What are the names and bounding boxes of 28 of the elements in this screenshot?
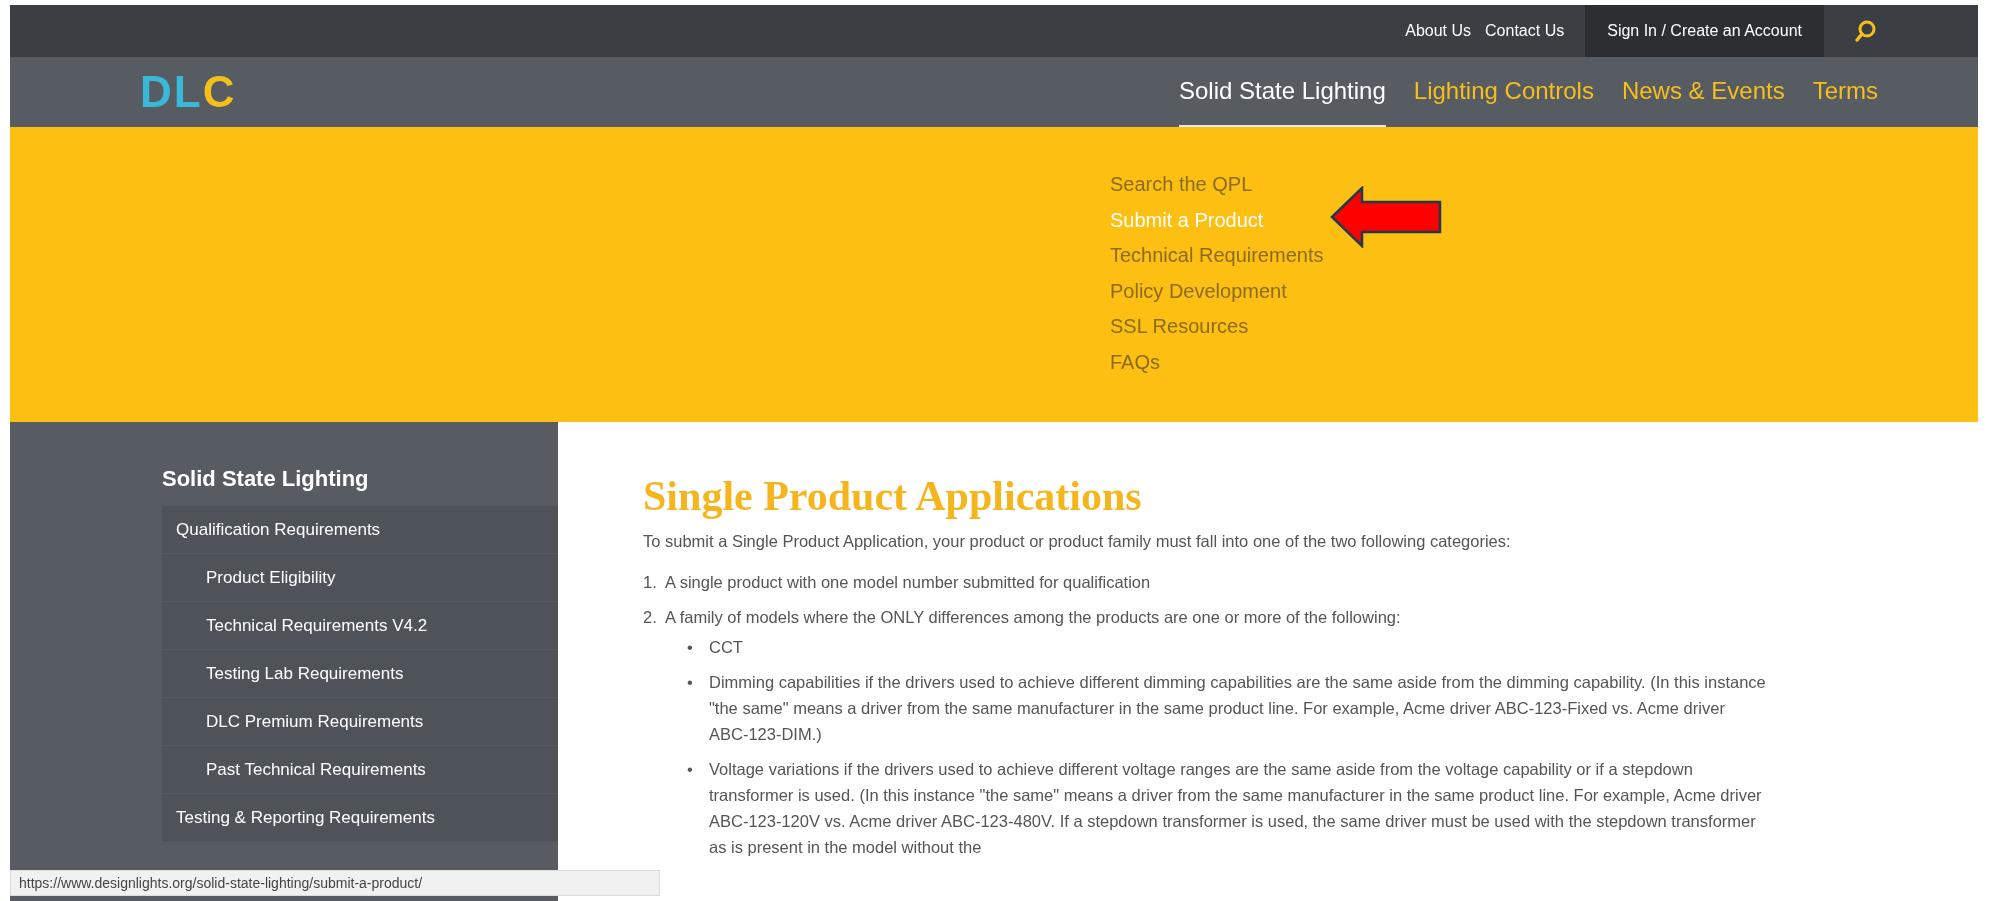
sidebar-subitem[interactable]: Technical Requirements V4.2 <box>162 602 558 650</box>
sidebar-item[interactable]: Testing & Reporting Requirements <box>162 794 558 842</box>
sidebar-subitem[interactable]: Product Eligibility <box>162 554 558 602</box>
list-item-text: A single product with one model number submitted for qualification <box>665 573 1151 591</box>
list-item-text: CCT <box>709 638 743 656</box>
sidebar-item[interactable]: Qualification Requirements <box>162 506 558 554</box>
sidebar-subitem[interactable]: Past Technical Requirements <box>162 746 558 794</box>
sign-in-link[interactable]: Sign In / Create an Account <box>1585 5 1824 57</box>
page-heading: Single Product Applications <box>643 472 1143 520</box>
intro-text: To submit a Single Product Application, your product or product family must fall into one of the two following categories: <box>643 532 1512 551</box>
list-marker: 1. <box>643 572 657 593</box>
nav-tab[interactable]: Terms <box>1812 57 1878 127</box>
sidebar-subitem[interactable]: DLC Premium Requirements <box>162 698 558 746</box>
list-marker: • <box>687 759 694 780</box>
nav-tab[interactable]: Lighting Controls <box>1413 57 1594 127</box>
search-icon[interactable] <box>1854 19 1878 43</box>
list-marker: • <box>687 637 694 658</box>
list-marker: • <box>687 672 694 693</box>
sidebar-title: Solid State Lighting <box>162 466 370 492</box>
list-item-text: A family of models where the ONLY differences among the products are one or more of the following: <box>665 608 1401 626</box>
list-item-text: Dimming capabilities if the drivers used to achieve different dimming capabilities are the same aside from the dimming capability. (In this instance "the same" means a driver from the same manufacturer in the same product line. For example, Acme driver ABC-123-Fixed vs. Acme driver ABC-123-DIM.) <box>709 673 1766 743</box>
list-marker: 2. <box>643 607 657 628</box>
nav-tab[interactable]: News & Events <box>1621 57 1785 127</box>
sidebar-subitem[interactable]: Testing Lab Requirements <box>162 650 558 698</box>
top-link[interactable]: About Us <box>1398 22 1479 40</box>
list-item-text: Voltage variations if the drivers used to achieve different voltage ranges are the same aside from the voltage capability or if a stepdown transformer is used. (In this instance "the same" means a driver from the same manufacturer in the same product line. For example, Acme driver ABC-123-120V vs. Acme driver ABC-123-480V. If a stepdown transformer is used, the same driver must be used with the stepdown transformer as is present in the model without the <box>709 760 1762 856</box>
top-link[interactable]: Contact Us <box>1478 22 1572 40</box>
status-bar-url: https://www.designlights.org/solid-state-lighting/submit-a-product/ <box>10 870 660 896</box>
